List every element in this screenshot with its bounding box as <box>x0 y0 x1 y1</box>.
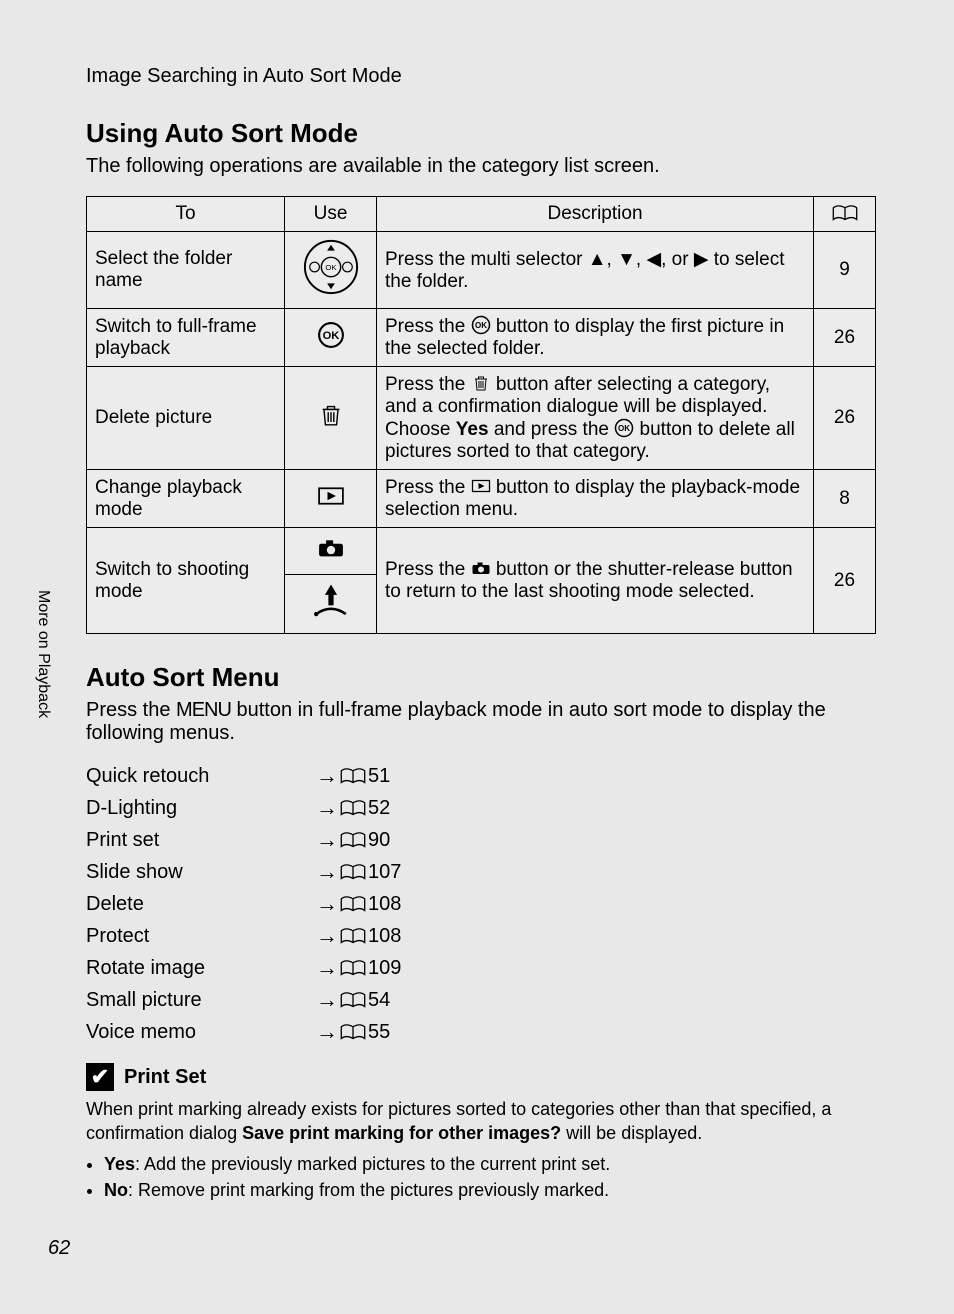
cell-ref: 9 <box>814 232 876 309</box>
book-icon <box>832 204 858 222</box>
cell-ref: 26 <box>814 367 876 470</box>
cell-to: Switch to full-frame playback <box>87 309 285 367</box>
table-row: Switch to shooting mode Press the button… <box>87 528 876 575</box>
menu-item-label: Quick retouch <box>86 765 316 788</box>
page-ref: → 109 <box>316 955 401 981</box>
cell-desc: Press the button to display the playback… <box>377 470 814 528</box>
ok-ring-icon <box>471 315 491 335</box>
cell-ref: 8 <box>814 470 876 528</box>
shutter-icon <box>311 581 351 621</box>
menu-item-label: Protect <box>86 925 316 948</box>
page-header: Image Searching in Auto Sort Mode <box>86 65 876 88</box>
trash-icon <box>471 373 491 393</box>
multi-selector-icon <box>302 238 360 296</box>
cell-use <box>285 232 377 309</box>
page-number: 62 <box>48 1237 70 1260</box>
camera-icon <box>471 558 491 578</box>
camera-icon <box>317 534 345 562</box>
cell-desc: Press the multi selector ▲, ▼, ◀, or ▶ t… <box>377 232 814 309</box>
list-item: Delete→ 108 <box>86 891 876 917</box>
page-ref: → 55 <box>316 1019 390 1045</box>
list-item: Rotate image→ 109 <box>86 955 876 981</box>
play-rect-icon <box>317 482 345 510</box>
page-ref: → 90 <box>316 827 390 853</box>
list-item: D-Lighting→ 52 <box>86 795 876 821</box>
menu-glyph: MENU <box>176 699 231 721</box>
menu-item-label: Delete <box>86 893 316 916</box>
col-to: To <box>87 197 285 232</box>
book-icon <box>340 959 366 977</box>
cell-desc: Press the button to display the first pi… <box>377 309 814 367</box>
menu-item-label: Rotate image <box>86 957 316 980</box>
cell-desc: Press the button after selecting a categ… <box>377 367 814 470</box>
list-item: Small picture→ 54 <box>86 987 876 1013</box>
cell-use <box>285 367 377 470</box>
ok-ring-icon <box>614 418 634 438</box>
col-desc: Description <box>377 197 814 232</box>
section-tab: More on Playback <box>34 590 52 718</box>
cell-use <box>285 309 377 367</box>
cell-to: Switch to shooting mode <box>87 528 285 634</box>
col-use: Use <box>285 197 377 232</box>
cell-to: Select the folder name <box>87 232 285 309</box>
menu-item-label: Small picture <box>86 989 316 1012</box>
note-title: Print Set <box>124 1066 206 1089</box>
list-item: Protect→ 108 <box>86 923 876 949</box>
cell-use <box>285 470 377 528</box>
trash-icon <box>317 401 345 429</box>
menu-list: Quick retouch→ 51 D-Lighting→ 52 Print s… <box>86 763 876 1045</box>
table-row: Select the folder name Press the multi s… <box>87 232 876 309</box>
ok-ring-icon <box>317 321 345 349</box>
section-intro-2: Press the MENU button in full-frame play… <box>86 699 876 745</box>
menu-item-label: D-Lighting <box>86 797 316 820</box>
page-ref: → 107 <box>316 859 401 885</box>
play-rect-icon <box>471 476 491 496</box>
col-ref <box>814 197 876 232</box>
book-icon <box>340 1023 366 1041</box>
book-icon <box>340 767 366 785</box>
page-ref: → 54 <box>316 987 390 1013</box>
book-icon <box>340 927 366 945</box>
book-icon <box>340 895 366 913</box>
list-item: Slide show→ 107 <box>86 859 876 885</box>
cell-use <box>285 528 377 575</box>
page-ref: → 52 <box>316 795 390 821</box>
list-item: Voice memo→ 55 <box>86 1019 876 1045</box>
section-heading-1: Using Auto Sort Mode <box>86 118 876 149</box>
cell-ref: 26 <box>814 309 876 367</box>
cell-to: Delete picture <box>87 367 285 470</box>
menu-item-label: Print set <box>86 829 316 852</box>
cell-use <box>285 575 377 634</box>
section-heading-2: Auto Sort Menu <box>86 662 876 693</box>
table-row: Change playback mode Press the button to… <box>87 470 876 528</box>
page-ref: → 108 <box>316 923 401 949</box>
book-icon <box>340 991 366 1009</box>
note-bullet: No: Remove print marking from the pictur… <box>104 1178 876 1202</box>
book-icon <box>340 799 366 817</box>
cell-ref: 26 <box>814 528 876 634</box>
page-ref: → 108 <box>316 891 401 917</box>
list-item: Quick retouch→ 51 <box>86 763 876 789</box>
note-bullet: Yes: Add the previously marked pictures … <box>104 1152 876 1176</box>
note-box: ✔ Print Set When print marking already e… <box>86 1063 876 1202</box>
section-intro-1: The following operations are available i… <box>86 155 876 178</box>
table-row: Switch to full-frame playback Press the … <box>87 309 876 367</box>
menu-item-label: Slide show <box>86 861 316 884</box>
list-item: Print set→ 90 <box>86 827 876 853</box>
cell-to: Change playback mode <box>87 470 285 528</box>
note-body: When print marking already exists for pi… <box>86 1097 876 1202</box>
operations-table: To Use Description Select the folder nam… <box>86 196 876 634</box>
table-row: Delete picture Press the button after se… <box>87 367 876 470</box>
book-icon <box>340 831 366 849</box>
cell-desc: Press the button or the shutter-release … <box>377 528 814 634</box>
menu-item-label: Voice memo <box>86 1021 316 1044</box>
check-box-icon: ✔ <box>86 1063 114 1091</box>
book-icon <box>340 863 366 881</box>
page-ref: → 51 <box>316 763 390 789</box>
